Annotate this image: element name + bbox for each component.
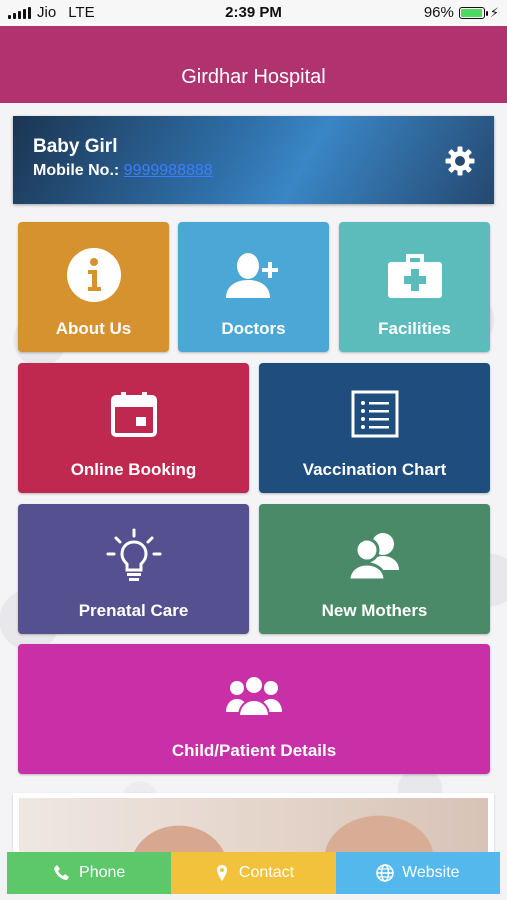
contact-button[interactable]: Contact: [171, 852, 336, 894]
bottom-action-bar: Phone Contact Website: [7, 852, 500, 894]
phone-icon: [54, 865, 70, 880]
users-icon: [346, 533, 399, 582]
globe-icon: [376, 864, 394, 882]
add-user-icon: [225, 253, 278, 298]
tile-label: Doctors: [221, 319, 286, 338]
profile-mobile: Mobile No.: 9999988888: [33, 162, 213, 180]
contact-label: Contact: [238, 864, 295, 881]
profile-name: Baby Girl: [33, 136, 118, 157]
lightbulb-icon: [106, 528, 161, 581]
tile-label: Online Booking: [70, 460, 197, 479]
tile-label: About Us: [55, 319, 132, 338]
promo-image: [19, 798, 488, 853]
tile-label: Prenatal Care: [78, 601, 189, 620]
checklist-icon: [351, 390, 398, 438]
battery-percent: 96%: [423, 4, 454, 21]
gear-icon[interactable]: [444, 145, 476, 177]
charging-icon: ⚡: [489, 4, 499, 20]
group-icon: [226, 675, 282, 717]
page-title: Girdhar Hospital: [181, 66, 326, 88]
website-button[interactable]: Website: [335, 852, 500, 894]
calendar-icon: [110, 392, 157, 437]
about-us-tile[interactable]: About Us: [18, 222, 169, 352]
status-bar: Jio LTE 2:39 PM 96% ⚡: [0, 0, 507, 26]
app-header: Girdhar Hospital: [0, 26, 507, 103]
new-mothers-tile[interactable]: New Mothers: [259, 504, 490, 634]
promo-banner[interactable]: [13, 793, 494, 853]
tile-label: Child/Patient Details: [171, 741, 337, 760]
phone-button[interactable]: Phone: [7, 852, 172, 894]
info-icon: [66, 248, 121, 302]
online-booking-tile[interactable]: Online Booking: [18, 363, 249, 493]
profile-card: Baby Girl Mobile No.: 9999988888: [13, 116, 494, 204]
vaccination-chart-tile[interactable]: Vaccination Chart: [259, 363, 490, 493]
mobile-label: Mobile No.:: [33, 162, 120, 179]
website-label: Website: [402, 864, 460, 881]
doctors-tile[interactable]: Doctors: [178, 222, 329, 352]
battery-fill: [460, 8, 482, 17]
phone-label: Phone: [79, 864, 126, 881]
facilities-tile[interactable]: Facilities: [339, 222, 490, 352]
map-pin-icon: [216, 865, 227, 881]
tile-label: New Mothers: [321, 601, 428, 620]
mobile-number-link[interactable]: 9999988888: [124, 162, 213, 179]
first-aid-kit-icon: [387, 254, 442, 298]
battery-icon: [458, 6, 488, 19]
prenatal-care-tile[interactable]: Prenatal Care: [18, 504, 249, 634]
status-right: 96% ⚡: [424, 4, 499, 21]
tile-label: Facilities: [378, 319, 451, 338]
child-patient-details-tile[interactable]: Child/Patient Details: [18, 644, 490, 774]
tile-label: Vaccination Chart: [302, 460, 447, 479]
